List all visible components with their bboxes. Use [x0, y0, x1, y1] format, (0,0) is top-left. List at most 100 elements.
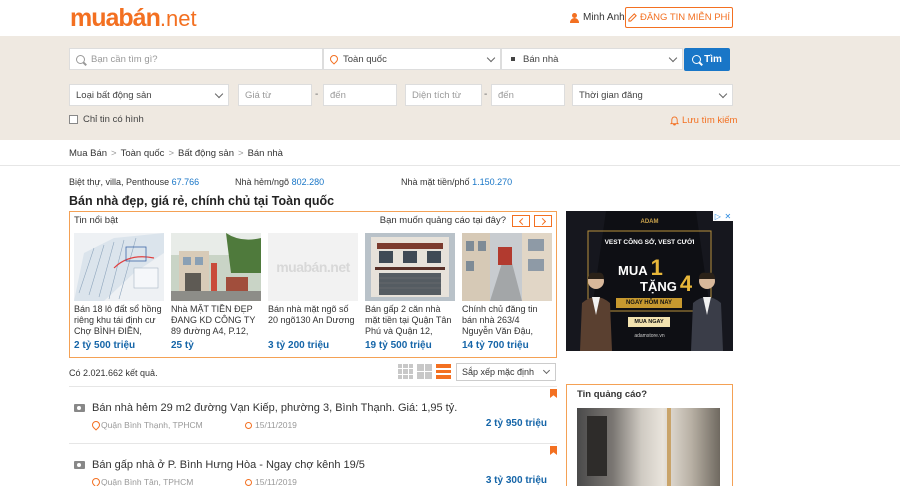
area-to-placeholder: đến — [498, 89, 514, 101]
breadcrumb-item[interactable]: Toàn quốc — [121, 148, 165, 159]
listing-location: Quận Bình Thạnh, TPHCM — [92, 420, 203, 430]
featured-card[interactable]: muabán.net Bán nhà mặt ngõ số 20 ngõ130 … — [268, 233, 358, 351]
clock-icon — [245, 421, 252, 429]
property-type-select[interactable]: Loại bất động sản — [69, 84, 229, 106]
images-only-checkbox[interactable] — [69, 115, 78, 124]
search-input[interactable]: Bạn cần tìm gì? — [69, 48, 323, 70]
posting-time-select[interactable]: Thời gian đăng — [572, 84, 733, 106]
banner-ad[interactable]: ▷ ✕ ADAM VEST CÔNG SỞ, VEST CƯỚI MUA 1 TẶ… — [566, 211, 733, 351]
price-from-placeholder: Giá từ — [245, 89, 272, 101]
advertise-here-link[interactable]: Bạn muốn quảng cáo tại đây? — [380, 215, 506, 226]
banner-offer-get: TẶNG — [640, 279, 677, 294]
placeholder-logo: muabán.net — [276, 259, 350, 275]
breadcrumb-item[interactable]: Bán nhà — [248, 148, 283, 159]
save-search-link[interactable]: Lưu tìm kiếm — [670, 115, 737, 126]
card-title: Bán 18 lô đất sổ hồng riêng khu tái định… — [74, 304, 162, 336]
featured-card[interactable]: Bán gấp 2 căn nhà mặt tiền tại Quận Tân … — [365, 233, 455, 351]
featured-card[interactable]: Bán 18 lô đất sổ hồng riêng khu tái định… — [74, 233, 164, 351]
area-range-dash: - — [484, 89, 488, 100]
location-select[interactable]: Toàn quốc — [323, 48, 501, 70]
category-bullet-icon — [511, 57, 515, 61]
card-title: Chính chủ đăng tin bán nhà 263/4 Nguyễn … — [462, 304, 538, 338]
banner-cta-button[interactable]: MUA NGAY — [628, 317, 670, 327]
card-price: 3 tỷ 200 triệu — [268, 340, 330, 351]
card-price: 19 tỷ 500 triệu — [365, 340, 432, 351]
alley-house-image — [462, 233, 552, 301]
category-select[interactable]: Bán nhà — [501, 48, 683, 70]
listing-date: 15/11/2019 — [245, 420, 297, 430]
quicklink-villa[interactable]: Biệt thự, villa, Penthouse 67.766 — [69, 177, 199, 187]
user-icon — [570, 12, 579, 23]
quicklink-street-front[interactable]: Nhà mặt tiền/phố 1.150.270 — [401, 177, 512, 187]
price-to-placeholder: đến — [330, 89, 346, 101]
bell-icon — [670, 115, 679, 126]
breadcrumb-separator: > — [168, 148, 174, 159]
next-button[interactable] — [534, 215, 552, 227]
quicklink-label: Biệt thự, villa, Penthouse — [69, 177, 170, 187]
banner-tagline: VEST CÔNG SỞ, VEST CƯỚI — [604, 239, 695, 246]
bookmark-icon[interactable] — [550, 446, 557, 455]
breadcrumb: Mua Bán > Toàn quốc > Bất động sản > Bán… — [69, 148, 283, 159]
listing-thumbnail — [171, 233, 261, 301]
card-price: 2 tỷ 500 triệu — [74, 340, 136, 351]
price-range-dash: - — [315, 89, 319, 100]
post-button-label: ĐĂNG TIN MIỄN PHÍ — [639, 12, 731, 23]
sort-value: Sắp xếp mặc định — [462, 367, 535, 377]
listing-title[interactable]: Bán gấp nhà ở P. Bình Hưng Hòa - Ngay ch… — [92, 459, 365, 471]
listing-location: Quận Bình Tân, TPHCM — [92, 477, 193, 486]
grid-view-icon[interactable] — [398, 364, 413, 379]
breadcrumb-separator: > — [111, 148, 117, 159]
search-button[interactable]: Tìm — [684, 48, 730, 71]
listing-title[interactable]: Bán nhà hẻm 29 m2 đường Vạn Kiếp, phường… — [92, 402, 457, 414]
sort-select[interactable]: Sắp xếp mặc định — [456, 363, 556, 381]
category-value: Bán nhà — [523, 53, 559, 65]
user-menu[interactable]: Minh Anh — [570, 12, 625, 23]
area-from-placeholder: Diện tích từ — [412, 89, 462, 101]
featured-card[interactable]: Chính chủ đăng tin bán nhà 263/4 Nguyễn … — [462, 233, 552, 351]
location-value: Toàn quốc — [343, 53, 387, 65]
area-from-input[interactable]: Diện tích từ — [405, 84, 482, 106]
gallery-view-icon[interactable] — [417, 364, 432, 379]
featured-title: Tin nổi bật — [74, 215, 119, 226]
price-from-input[interactable]: Giá từ — [238, 84, 312, 106]
sponsored-box[interactable]: Tin quảng cáo? — [566, 384, 733, 486]
listing-thumbnail: muabán.net — [268, 233, 358, 301]
logo-main-text: muabán — [70, 4, 161, 32]
results-count: Có 2.021.662 kết quả. — [69, 368, 158, 378]
chevron-down-icon — [718, 89, 728, 99]
sponsored-image — [577, 408, 720, 486]
posting-time-value: Thời gian đăng — [579, 89, 643, 101]
featured-listings: Tin nổi bật Bạn muốn quảng cáo tại đây? … — [69, 211, 557, 358]
quicklink-alley-house[interactable]: Nhà hẻm/ngõ 802.280 — [235, 177, 324, 187]
featured-card[interactable]: Nhà MẶT TIỀN ĐẸP ĐANG KD CÔNG TY 89 đườn… — [171, 233, 261, 351]
save-search-label: Lưu tìm kiếm — [682, 115, 738, 126]
chevron-down-icon — [214, 89, 224, 99]
listing-date: 15/11/2019 — [245, 477, 297, 486]
site-logo[interactable]: muabán.net — [70, 4, 197, 33]
bookmark-icon[interactable] — [550, 389, 557, 398]
banner-offer-num2: 4 — [679, 271, 693, 296]
area-to-input[interactable]: đến — [491, 84, 565, 106]
listing-row[interactable]: Bán gấp nhà ở P. Bình Hưng Hòa - Ngay ch… — [69, 443, 557, 486]
post-free-ad-button[interactable]: ĐĂNG TIN MIỄN PHÍ — [625, 7, 733, 28]
search-placeholder: Bạn cần tìm gì? — [91, 53, 158, 65]
banner-site: adamstore.vn — [634, 333, 665, 339]
sponsored-title: Tin quảng cáo? — [577, 389, 648, 400]
location-pin-icon — [92, 421, 98, 429]
quicklink-label: Nhà hẻm/ngõ — [235, 177, 290, 187]
clock-icon — [245, 478, 252, 486]
breadcrumb-item[interactable]: Mua Bán — [69, 148, 107, 159]
list-view-icon[interactable] — [436, 364, 451, 379]
interior-shelf-shape — [587, 416, 607, 476]
images-only-filter[interactable]: Chỉ tin có hình — [69, 114, 144, 125]
price-to-input[interactable]: đến — [323, 84, 397, 106]
search-icon — [76, 54, 85, 64]
breadcrumb-separator: > — [238, 148, 244, 159]
breadcrumb-item[interactable]: Bất động sản — [178, 148, 234, 159]
card-title: Bán nhà mặt ngõ số 20 ngõ130 An Dương — [268, 304, 355, 325]
property-type-value: Loại bất động sản — [76, 89, 152, 101]
site-header: muabán.net Minh Anh ĐĂNG TIN MIỄN PHÍ — [0, 0, 900, 36]
listing-row[interactable]: Bán nhà hẻm 29 m2 đường Vạn Kiếp, phường… — [69, 386, 557, 443]
prev-button[interactable] — [512, 215, 530, 227]
card-title: Bán gấp 2 căn nhà mặt tiền tại Quận Tân … — [365, 304, 452, 338]
